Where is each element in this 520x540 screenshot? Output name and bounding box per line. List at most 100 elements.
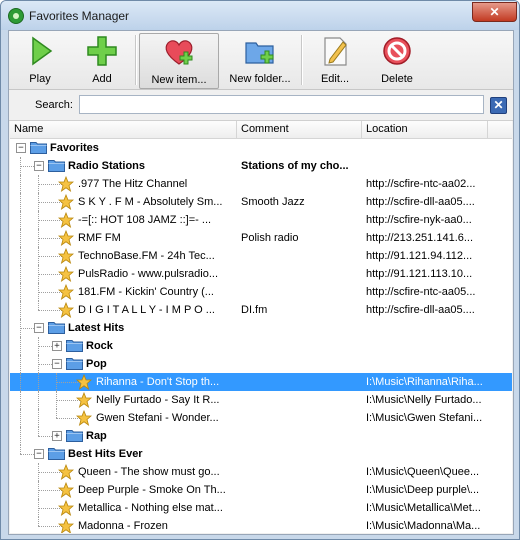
tree-connector (20, 454, 34, 455)
tree-guide (20, 157, 21, 175)
tree-item-row[interactable]: S K Y . F M - Absolutely Sm... Smooth Jaz… (10, 193, 512, 211)
star-icon (57, 481, 75, 498)
tree-folder-row[interactable]: − Radio Stations Stations of my cho... (10, 157, 512, 175)
column-header-comment[interactable]: Comment (237, 121, 362, 138)
add-button[interactable]: Add (75, 33, 129, 87)
row-name: Best Hits Ever (68, 448, 143, 460)
tree-folder-row[interactable]: + Rap (10, 427, 512, 445)
edit-button[interactable]: Edit... (307, 33, 363, 87)
tree-folder-row[interactable]: − Latest Hits (10, 319, 512, 337)
add-label: Add (92, 73, 112, 85)
tree-connector (20, 166, 34, 167)
folder-icon (66, 339, 83, 352)
tree-guide (20, 175, 21, 193)
expand-toggle[interactable]: + (52, 341, 62, 351)
tree-guide (20, 373, 21, 391)
edit-icon (324, 37, 347, 66)
tree-guide (20, 391, 21, 409)
tree-guide (38, 463, 39, 481)
tree-guide (38, 373, 39, 391)
row-name: Rap (86, 430, 107, 442)
toolbar: Play Add New item... New folder... Edit.… (9, 31, 513, 90)
row-location: http://91.121.94.112... (366, 250, 473, 262)
tree-guide (56, 373, 57, 391)
app-icon (8, 8, 24, 24)
tree-item-row[interactable]: TechnoBase.FM - 24h Tec... http://91.121.… (10, 247, 512, 265)
tree-item-row[interactable]: PulsRadio - www.pulsradio... http://91.12… (10, 265, 512, 283)
column-header-location[interactable]: Location (362, 121, 488, 138)
close-window-button[interactable]: ✕ (472, 2, 517, 22)
search-input[interactable] (79, 95, 484, 114)
tree-folder-row[interactable]: − Best Hits Ever (10, 445, 512, 463)
plus-icon (87, 36, 117, 66)
tree-item-row[interactable]: Deep Purple - Smoke On Th... I:\Music\Dee… (10, 481, 512, 499)
tree-guide (38, 265, 39, 283)
tree-guide (20, 355, 21, 373)
new-item-button[interactable]: New item... (139, 33, 219, 89)
tree-folder-row[interactable]: − Pop (10, 355, 512, 373)
row-name: Favorites (50, 142, 99, 154)
tree-guide (56, 391, 57, 409)
row-location: I:\Music\Queen\Quee... (366, 466, 480, 478)
row-name: Latest Hits (68, 322, 125, 334)
new-folder-button[interactable]: New folder... (221, 33, 299, 87)
tree-item-row[interactable]: Gwen Stefani - Wonder... I:\Music\Gwen St… (10, 409, 512, 427)
tree-item-row[interactable]: D I G I T A L L Y - I M P O ... DI.fm http… (10, 301, 512, 319)
tree-guide (20, 247, 21, 265)
tree-guide (20, 283, 21, 301)
row-comment: Stations of my cho... (241, 160, 349, 172)
folder-icon (66, 429, 83, 442)
row-name: Rock (86, 340, 113, 352)
delete-button[interactable]: Delete (369, 33, 425, 87)
tree-connector (38, 436, 52, 437)
tree-guide (38, 499, 39, 517)
row-name: TechnoBase.FM - 24h Tec... (78, 250, 215, 262)
star-icon (57, 517, 75, 533)
collapse-toggle[interactable]: − (52, 359, 62, 369)
tree-item-row[interactable]: Queen - The show must go... I:\Music\Quee… (10, 463, 512, 481)
row-name: Nelly Furtado - Say It R... (96, 394, 220, 406)
row-location: http://scfire-dll-aa05.... (366, 196, 475, 208)
collapse-toggle[interactable]: − (16, 143, 26, 153)
tree-guide (20, 337, 21, 355)
folder-icon (66, 357, 83, 370)
tree-folder-row[interactable]: + Rock (10, 337, 512, 355)
tree-item-row[interactable]: Nelly Furtado - Say It R... I:\Music\Nell… (10, 391, 512, 409)
tree-guide (20, 229, 21, 247)
row-location: I:\Music\Gwen Stefani... (366, 412, 483, 424)
search-label: Search: (35, 99, 73, 111)
tree-guide (38, 247, 39, 265)
collapse-toggle[interactable]: − (34, 323, 44, 333)
collapse-toggle[interactable]: − (34, 449, 44, 459)
favorites-tree[interactable]: Name Comment Location − Favorites − Radio S… (10, 121, 512, 533)
star-icon (75, 409, 93, 426)
row-location: I:\Music\Madonna\Ma... (366, 520, 481, 532)
expand-toggle[interactable]: + (52, 431, 62, 441)
tree-connector (38, 346, 52, 347)
row-name: Pop (86, 358, 107, 370)
tree-item-row[interactable]: Metallica - Nothing else mat... I:\Music\… (10, 499, 512, 517)
tree-guide (38, 283, 39, 301)
tree-item-row[interactable]: Madonna - Frozen I:\Music\Madonna\Ma... (10, 517, 512, 533)
play-button[interactable]: Play (13, 33, 67, 87)
star-icon (57, 211, 75, 228)
row-location: http://scfire-ntc-aa02... (366, 178, 476, 190)
row-name: .977 The Hitz Channel (78, 178, 188, 190)
tree-guide (38, 391, 39, 409)
clear-search-button[interactable]: ✕ (490, 97, 507, 114)
collapse-toggle[interactable]: − (34, 161, 44, 171)
window-title: Favorites Manager (29, 9, 130, 23)
tree-item-row[interactable]: RMF FM Polish radio http://213.251.141.6..… (10, 229, 512, 247)
tree-guide (38, 481, 39, 499)
tree-item-row[interactable]: Rihanna - Don't Stop th... I:\Music\Rihan… (10, 373, 512, 391)
tree-folder-row[interactable]: − Favorites (10, 139, 512, 157)
column-header-name[interactable]: Name (10, 121, 237, 138)
tree-item-row[interactable]: .977 The Hitz Channel http://scfire-ntc-a… (10, 175, 512, 193)
new-folder-label: New folder... (229, 73, 291, 85)
tree-guide (38, 517, 39, 526)
title-bar[interactable]: Favorites Manager ✕ (1, 1, 519, 30)
tree-item-row[interactable]: -=[:: HOT 108 JAMZ ::]=- ... http://scfir… (10, 211, 512, 229)
star-icon (57, 301, 75, 318)
tree-guide (20, 445, 21, 454)
tree-item-row[interactable]: 181.FM - Kickin' Country (... http://scfi… (10, 283, 512, 301)
